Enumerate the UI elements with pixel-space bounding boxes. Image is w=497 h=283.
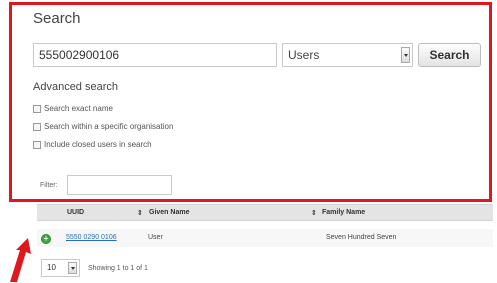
filter-input[interactable]	[67, 175, 172, 195]
chevron-down-icon[interactable]	[68, 262, 77, 274]
uuid-link[interactable]: 5550 0290 0106	[66, 234, 117, 241]
advanced-search-heading: Advanced search	[33, 81, 118, 93]
highlight-box	[9, 2, 492, 202]
filter-label: Filter:	[40, 182, 58, 189]
checkbox[interactable]	[33, 122, 41, 131]
annotation-arrow-icon	[10, 238, 31, 282]
option-label: Include closed users in search	[44, 140, 152, 149]
option-label: Search exact name	[44, 104, 113, 113]
page-size-value: 10	[47, 263, 56, 272]
pagination-info: Showing 1 to 1 of 1	[88, 265, 148, 272]
checkbox[interactable]	[33, 104, 41, 113]
table-row: 5550 0290 0106 User Seven Hundred Seven	[37, 229, 493, 247]
option-exact-name[interactable]: Search exact name	[33, 104, 113, 113]
expand-row-icon[interactable]: +	[41, 234, 51, 244]
type-select[interactable]: Users	[282, 43, 413, 67]
search-button[interactable]: Search	[418, 43, 481, 67]
column-header-given-name[interactable]: Given Name	[149, 209, 189, 216]
sort-icon[interactable]: ⇕	[137, 209, 143, 217]
search-input[interactable]: 555002900106	[33, 43, 277, 67]
option-label: Search within a specific organisation	[44, 122, 174, 131]
column-header-uuid[interactable]: UUID	[67, 209, 84, 216]
sort-icon[interactable]: ⇕	[311, 209, 317, 217]
checkbox[interactable]	[33, 140, 41, 149]
option-include-closed[interactable]: Include closed users in search	[33, 140, 152, 149]
column-header-family-name[interactable]: Family Name	[322, 209, 365, 216]
given-name-cell: User	[148, 234, 163, 241]
family-name-cell: Seven Hundred Seven	[326, 234, 397, 241]
chevron-down-icon[interactable]	[401, 47, 410, 63]
option-specific-organisation[interactable]: Search within a specific organisation	[33, 122, 173, 131]
page-size-select[interactable]: 10	[41, 259, 80, 277]
table-header: UUID ⇕ Given Name ⇕ Family Name	[37, 204, 493, 221]
type-select-value: Users	[288, 48, 320, 62]
page-title: Search	[33, 10, 81, 27]
